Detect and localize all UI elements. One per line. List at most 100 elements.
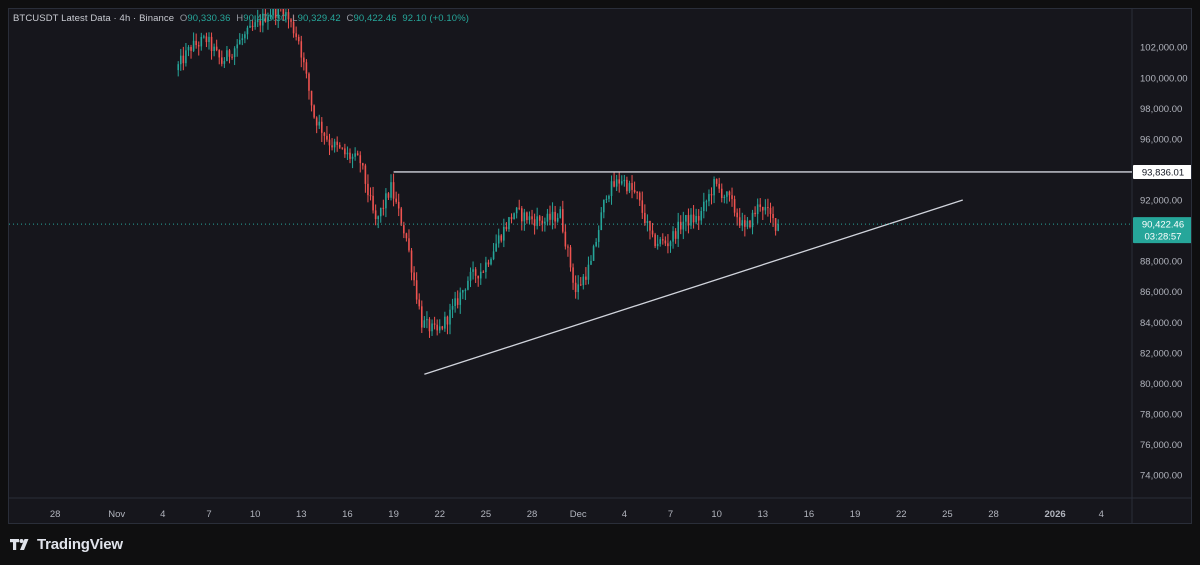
candle-body [364, 165, 367, 184]
candle-body [538, 216, 541, 221]
price-tick-label: 100,000.00 [1140, 73, 1188, 84]
price-tick-label: 76,000.00 [1140, 440, 1182, 451]
symbol-legend: BTCUSDT Latest Data · 4h · Binance O90,3… [13, 13, 469, 24]
candle-body [459, 292, 462, 305]
candle-body [559, 209, 562, 218]
candle-body [328, 139, 331, 146]
candle-body [541, 220, 544, 224]
candle-body [218, 50, 221, 58]
open-value: 90,330.36 [187, 13, 231, 24]
candle-body [215, 46, 218, 51]
candle-body [226, 50, 228, 62]
candle-body [467, 280, 469, 290]
candle-body [746, 220, 749, 227]
candle-body [544, 221, 546, 224]
candle-body [564, 231, 567, 247]
candle-body [462, 290, 464, 293]
candle-body [620, 181, 623, 184]
time-tick-label: 4 [1099, 509, 1104, 520]
tradingview-brand[interactable]: TradingView [10, 535, 123, 553]
candle-body [651, 230, 654, 235]
candle-body [705, 201, 708, 203]
candle-body [423, 320, 426, 328]
candle-body [715, 179, 718, 184]
time-tick-label: 13 [758, 509, 769, 520]
candle-body [744, 220, 746, 227]
price-tick-label: 84,000.00 [1140, 318, 1182, 329]
price-chart[interactable]: 74,000.00 76,000.00 78,000.00 80,000.00 82,0… [9, 9, 1192, 524]
candle-body [182, 55, 185, 64]
candle-body [177, 64, 180, 71]
time-tick-label: 25 [481, 509, 492, 520]
candle-body [769, 207, 772, 214]
time-tick-label: 16 [342, 509, 353, 520]
candle-body [708, 194, 710, 202]
candle-body [664, 240, 667, 244]
candle-body [469, 271, 472, 281]
candle-body [210, 36, 213, 51]
candle-body [726, 191, 728, 197]
candle-body [336, 141, 338, 145]
candle-body [205, 36, 208, 43]
candle-body [397, 201, 400, 209]
candle-body [549, 213, 551, 220]
candle-body [236, 44, 238, 49]
candle-body [377, 216, 380, 220]
price-tick-label: 96,000.00 [1140, 134, 1182, 145]
candle-body [731, 195, 733, 200]
candle-body [382, 207, 385, 209]
candle-body [213, 46, 215, 51]
candle-body [572, 267, 574, 283]
time-tick-label: Nov [108, 509, 125, 520]
candle-body [567, 246, 569, 248]
candle-body [241, 38, 244, 41]
candle-body [372, 195, 374, 211]
brand-name: TradingView [37, 535, 123, 553]
candle-body [338, 144, 341, 148]
symbol-title[interactable]: BTCUSDT Latest Data · 4h · Binance [13, 13, 174, 24]
candle-body [736, 212, 738, 218]
candle-body [551, 211, 554, 220]
candle-body [723, 196, 726, 199]
price-tick-label: 86,000.00 [1140, 287, 1182, 298]
candle-body [413, 272, 415, 281]
candle-body [333, 141, 336, 148]
chart-frame[interactable]: 74,000.00 76,000.00 78,000.00 80,000.00 82,0… [8, 8, 1192, 524]
candle-body [185, 50, 187, 64]
candle-body [303, 57, 305, 63]
candle-body [492, 251, 495, 260]
candle-body [759, 204, 762, 207]
candle-body [438, 326, 441, 331]
candle-body [349, 152, 351, 159]
time-axis[interactable]: 28 Nov 4 7 10 13 16 19 22 25 28 Dec 4 7 10 13 16 19 22 25 28… [50, 509, 1104, 520]
time-tick-label: Dec [570, 509, 587, 520]
candle-body [692, 214, 695, 223]
candle-body [197, 45, 200, 47]
candle-body [415, 280, 418, 300]
candle-body [400, 208, 403, 226]
candle-body [433, 323, 436, 325]
candle-body [513, 213, 515, 220]
candle-body [190, 46, 192, 51]
candle-body [297, 36, 300, 42]
candle-body [515, 207, 518, 214]
candle-body [695, 216, 697, 223]
candle-body [326, 135, 328, 140]
candle-body [187, 46, 190, 51]
candle-body [756, 204, 759, 215]
candle-body [367, 183, 369, 196]
candle-body [444, 316, 446, 329]
candle-body [659, 239, 662, 244]
price-tick-label: 74,000.00 [1140, 471, 1182, 482]
candle-body [720, 188, 723, 199]
candle-body [526, 212, 528, 221]
candle-body [608, 195, 610, 199]
time-tick-label: 28 [988, 509, 999, 520]
candle-body [738, 217, 741, 226]
resistance-price-text: 93,836.01 [1142, 167, 1184, 178]
candle-body [697, 216, 700, 221]
candle-body [390, 182, 392, 198]
price-axis[interactable]: 74,000.00 76,000.00 78,000.00 80,000.00 82,0… [1140, 43, 1188, 482]
candle-body [431, 323, 433, 332]
candle-body [238, 40, 241, 45]
